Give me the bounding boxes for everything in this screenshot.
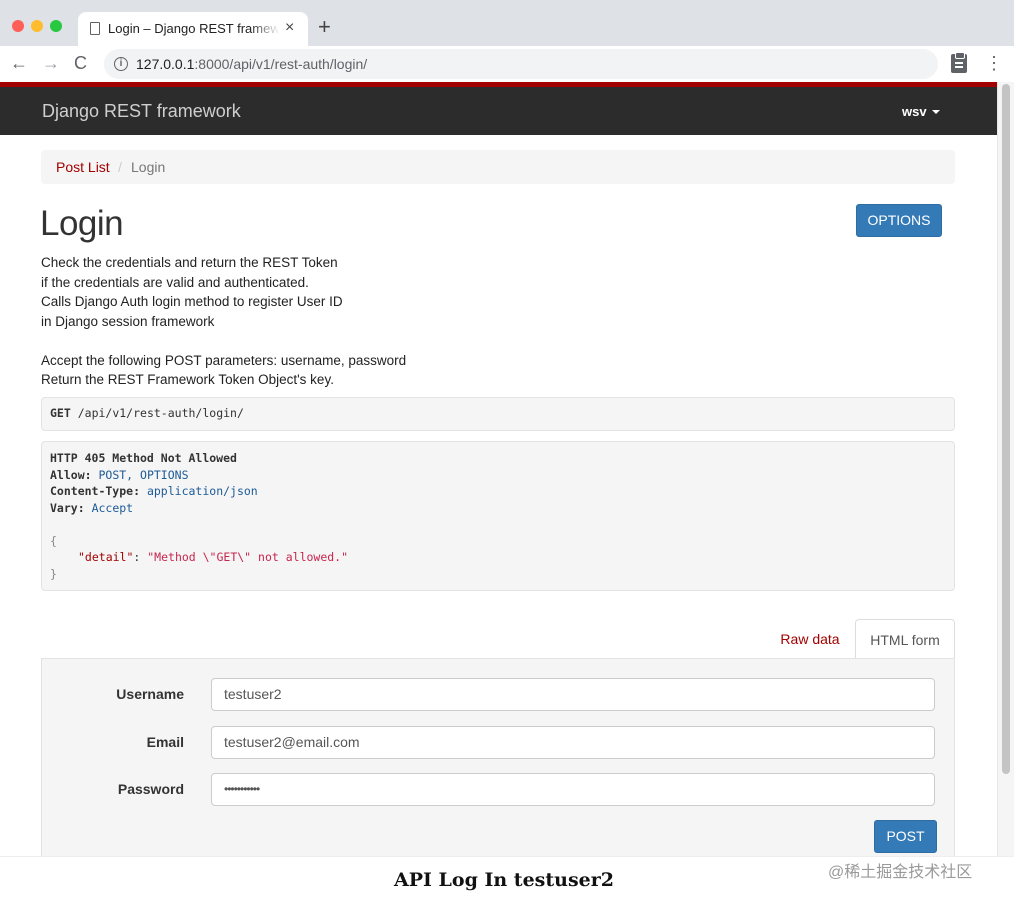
- description-line: Return the REST Framework Token Object's…: [41, 372, 334, 387]
- username-label: Username: [116, 686, 184, 702]
- description-gap: [41, 331, 406, 351]
- response-header-vary: Vary: Accept: [50, 500, 134, 515]
- minimize-window-button[interactable]: [31, 20, 43, 32]
- url-host: 127.0.0.1: [136, 56, 195, 72]
- scrollbar-thumb[interactable]: [1002, 84, 1010, 774]
- post-button[interactable]: POST: [874, 820, 937, 853]
- tab-close-icon[interactable]: ×: [285, 18, 294, 38]
- description-line: if the credentials are valid and authent…: [41, 274, 309, 290]
- user-name: wsv: [902, 104, 927, 119]
- url-text[interactable]: 127.0.0.1:8000/api/v1/rest-auth/login/: [136, 56, 367, 72]
- url-path: :8000/api/v1/rest-auth/login/: [194, 56, 368, 72]
- page-viewport: Django REST framework wsv Post List / Lo…: [0, 82, 997, 856]
- breadcrumb-post-list[interactable]: Post List: [56, 159, 110, 175]
- new-tab-icon[interactable]: +: [318, 16, 331, 38]
- username-field[interactable]: testuser2: [211, 678, 935, 711]
- browser-tab[interactable]: Login – Django REST framework ×: [78, 12, 308, 46]
- response-open-brace: {: [50, 533, 57, 548]
- description-line: Check the credentials and return the RES…: [41, 255, 338, 270]
- maximize-window-button[interactable]: [50, 20, 62, 32]
- password-label: Password: [117, 781, 184, 797]
- forward-arrow-icon[interactable]: →: [42, 52, 60, 74]
- tab-raw-data[interactable]: Raw data: [765, 619, 855, 659]
- tab-html-form[interactable]: HTML form: [855, 619, 955, 660]
- figure-caption-area: API Log In testuser2 @稀土掘金技术社区: [0, 856, 1014, 902]
- response-close-brace: }: [50, 566, 57, 581]
- document-icon: [90, 22, 100, 35]
- site-info-icon[interactable]: i: [114, 57, 128, 71]
- request-method: GET: [50, 406, 71, 420]
- response-gap: [50, 516, 946, 533]
- brand-link[interactable]: Django REST framework: [42, 101, 241, 122]
- watermark: @稀土掘金技术社区: [828, 864, 973, 881]
- password-field[interactable]: •••••••••••: [211, 773, 935, 806]
- endpoint-description: Check the credentials and return the RES…: [41, 253, 406, 390]
- caret-down-icon: [931, 110, 940, 114]
- request-info: GET /api/v1/rest-auth/login/: [41, 397, 955, 431]
- browser-tabstrip: Login – Django REST framework × +: [0, 0, 1014, 46]
- response-header-allow: Allow: POST, OPTIONS: [50, 467, 189, 482]
- navbar: Django REST framework wsv: [0, 87, 997, 135]
- breadcrumb-login: Login: [131, 159, 166, 175]
- breadcrumb-separator: /: [118, 159, 122, 175]
- browser-toolbar: ← → C i 127.0.0.1:8000/api/v1/rest-auth/…: [0, 46, 1014, 82]
- user-dropdown[interactable]: wsv: [902, 104, 940, 119]
- tab-title-fade: [250, 16, 280, 42]
- clipboard-extension-icon[interactable]: [951, 52, 967, 73]
- reload-icon[interactable]: C: [74, 52, 87, 74]
- response-status: HTTP 405 Method Not Allowed: [50, 451, 237, 465]
- page-title: Login: [40, 204, 124, 243]
- breadcrumb: Post List / Login: [41, 150, 955, 184]
- login-form: Username testuser2 Email testuser2@email…: [41, 658, 955, 856]
- address-bar[interactable]: i 127.0.0.1:8000/api/v1/rest-auth/login/: [104, 49, 938, 79]
- description-line: Accept the following POST parameters: us…: [41, 352, 407, 368]
- description-line: in Django session framework: [41, 313, 215, 329]
- request-path: /api/v1/rest-auth/login/: [77, 406, 244, 420]
- response-body-line: "detail": "Method \"GET\" not allowed.": [78, 550, 349, 564]
- email-label: Email: [146, 734, 184, 750]
- description-line: Calls Django Auth login method to regist…: [41, 294, 343, 309]
- close-window-button[interactable]: [12, 20, 24, 32]
- page-scrollbar[interactable]: [997, 82, 1014, 856]
- response-header-content-type: Content-Type: application/json: [50, 484, 258, 498]
- browser-menu-icon[interactable]: ⋮: [985, 52, 1003, 74]
- options-button[interactable]: OPTIONS: [856, 204, 942, 237]
- response-info: HTTP 405 Method Not Allowed Allow: POST,…: [41, 441, 955, 591]
- email-field[interactable]: testuser2@email.com: [211, 726, 935, 759]
- back-arrow-icon[interactable]: ←: [10, 52, 28, 74]
